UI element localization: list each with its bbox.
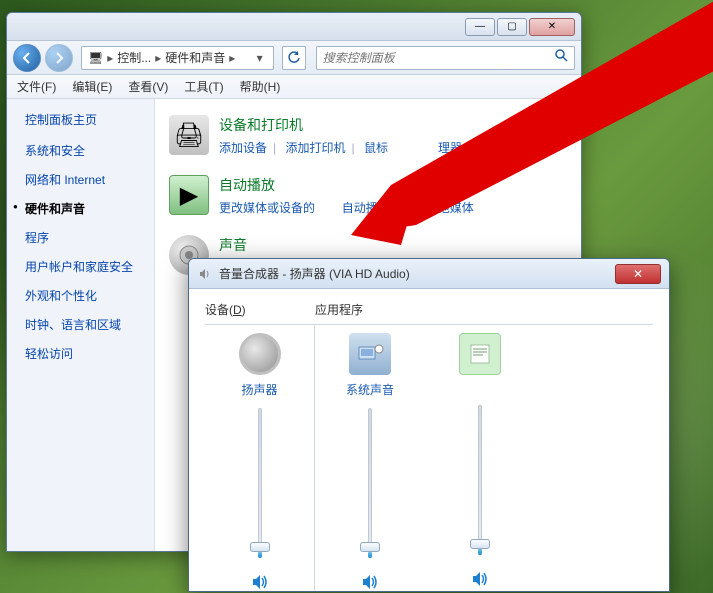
- device-header: 设备(D): [205, 303, 246, 317]
- mixer-col-app: [425, 325, 535, 592]
- sidebar-item-clock[interactable]: 时钟、语言和区域: [25, 316, 154, 333]
- sidebar-item-hardware-sound[interactable]: 硬件和声音: [25, 200, 154, 217]
- breadcrumb[interactable]: 🖥 ▸ 控制... ▸ 硬件和声音 ▸ ▾: [81, 46, 274, 70]
- refresh-button[interactable]: [282, 46, 306, 70]
- mixer-col-system: 系统声音: [315, 325, 425, 592]
- vm-columns: 扬声器 系统声音: [205, 325, 653, 592]
- breadcrumb-icon: 🖥: [88, 51, 103, 65]
- mixer-label[interactable]: [478, 381, 481, 395]
- arrow-left-icon: [20, 51, 34, 65]
- search-box[interactable]: [316, 46, 575, 70]
- chevron-right-icon: ▸: [225, 51, 239, 65]
- breadcrumb-part[interactable]: 控制...: [117, 49, 151, 66]
- sidebar-item-appearance[interactable]: 外观和个性化: [25, 287, 154, 304]
- volume-slider[interactable]: [466, 405, 494, 555]
- minimize-button[interactable]: —: [465, 18, 495, 36]
- mixer-col-device: 扬声器: [205, 325, 315, 592]
- maximize-button[interactable]: ▢: [497, 18, 527, 36]
- chevron-right-icon: ▸: [151, 51, 165, 65]
- back-button[interactable]: [13, 44, 41, 72]
- category-links: 添加设备| 添加打印机| 鼠标 理器: [219, 139, 567, 157]
- slider-thumb[interactable]: [470, 539, 490, 549]
- menu-file[interactable]: 文件(F): [17, 78, 56, 95]
- category-title[interactable]: 声音: [219, 235, 567, 255]
- sidebar-item-accounts[interactable]: 用户帐户和家庭安全: [25, 258, 154, 275]
- app-icon[interactable]: [459, 333, 501, 375]
- link-change-media[interactable]: 更改媒体或设备的: [219, 201, 315, 215]
- category-links: 更改媒体或设备的 自动播放 CD 或其他媒体: [219, 199, 567, 217]
- category-title[interactable]: 自动播放: [219, 175, 567, 195]
- speaker-icon[interactable]: [239, 333, 281, 375]
- arrow-right-icon: [52, 51, 66, 65]
- sidebar-item-system[interactable]: 系统和安全: [25, 142, 154, 159]
- mixer-label[interactable]: 系统声音: [346, 381, 394, 398]
- category-devices: 🖨 设备和打印机 添加设备| 添加打印机| 鼠标 理器: [169, 115, 567, 157]
- vm-title: 音量合成器 - 扬声器 (VIA HD Audio): [219, 265, 615, 282]
- search-input[interactable]: [323, 51, 554, 65]
- close-button[interactable]: ✕: [615, 264, 661, 284]
- volume-icon: [197, 266, 213, 282]
- chevron-right-icon: ▸: [103, 51, 117, 65]
- mute-button[interactable]: [250, 572, 270, 592]
- link-mouse[interactable]: 鼠标: [364, 141, 388, 155]
- cp-menubar: 文件(F) 编辑(E) 查看(V) 工具(T) 帮助(H): [7, 75, 581, 99]
- cp-titlebar: — ▢ ✕: [7, 13, 581, 41]
- refresh-icon: [287, 51, 301, 65]
- search-icon[interactable]: [554, 48, 568, 67]
- apps-header: 应用程序: [315, 301, 363, 318]
- menu-view[interactable]: 查看(V): [128, 78, 168, 95]
- vm-headers: 设备(D) 应用程序: [205, 301, 653, 318]
- vm-body: 设备(D) 应用程序 扬声器 系统声音: [189, 289, 669, 592]
- category-autoplay: ▶ 自动播放 更改媒体或设备的 自动播放 CD 或其他媒体: [169, 175, 567, 217]
- menu-help[interactable]: 帮助(H): [240, 78, 281, 95]
- slider-thumb[interactable]: [250, 542, 270, 552]
- mute-button[interactable]: [470, 569, 490, 589]
- cp-navbar: 🖥 ▸ 控制... ▸ 硬件和声音 ▸ ▾: [7, 41, 581, 75]
- category-title[interactable]: 设备和打印机: [219, 115, 567, 135]
- link-add-printer[interactable]: 添加打印机: [285, 141, 345, 155]
- slider-thumb[interactable]: [360, 542, 380, 552]
- link-manager[interactable]: 理器: [438, 141, 462, 155]
- menu-tools[interactable]: 工具(T): [184, 78, 223, 95]
- link-autoplay-cd[interactable]: 自动播放 CD 或其他媒体: [342, 201, 474, 215]
- sidebar-item-ease[interactable]: 轻松访问: [25, 345, 154, 362]
- system-sounds-icon[interactable]: [349, 333, 391, 375]
- printer-icon: 🖨: [169, 115, 209, 155]
- autoplay-icon: ▶: [169, 175, 209, 215]
- breadcrumb-part[interactable]: 硬件和声音: [165, 49, 225, 66]
- vm-titlebar: 音量合成器 - 扬声器 (VIA HD Audio) ✕: [189, 259, 669, 289]
- sidebar-item-programs[interactable]: 程序: [25, 229, 154, 246]
- cp-sidebar: 控制面板主页 系统和安全 网络和 Internet 硬件和声音 程序 用户帐户和…: [7, 99, 155, 551]
- forward-button[interactable]: [45, 44, 73, 72]
- close-button[interactable]: ✕: [529, 18, 575, 36]
- link-add-device[interactable]: 添加设备: [219, 141, 267, 155]
- volume-slider[interactable]: [246, 408, 274, 558]
- chevron-down-icon[interactable]: ▾: [253, 51, 267, 65]
- volume-slider[interactable]: [356, 408, 384, 558]
- mute-button[interactable]: [360, 572, 380, 592]
- menu-edit[interactable]: 编辑(E): [72, 78, 112, 95]
- volume-mixer-window: 音量合成器 - 扬声器 (VIA HD Audio) ✕ 设备(D) 应用程序 …: [188, 258, 670, 592]
- sidebar-item-network[interactable]: 网络和 Internet: [25, 171, 154, 188]
- sidebar-home[interactable]: 控制面板主页: [25, 111, 154, 128]
- mixer-label[interactable]: 扬声器: [241, 381, 277, 398]
